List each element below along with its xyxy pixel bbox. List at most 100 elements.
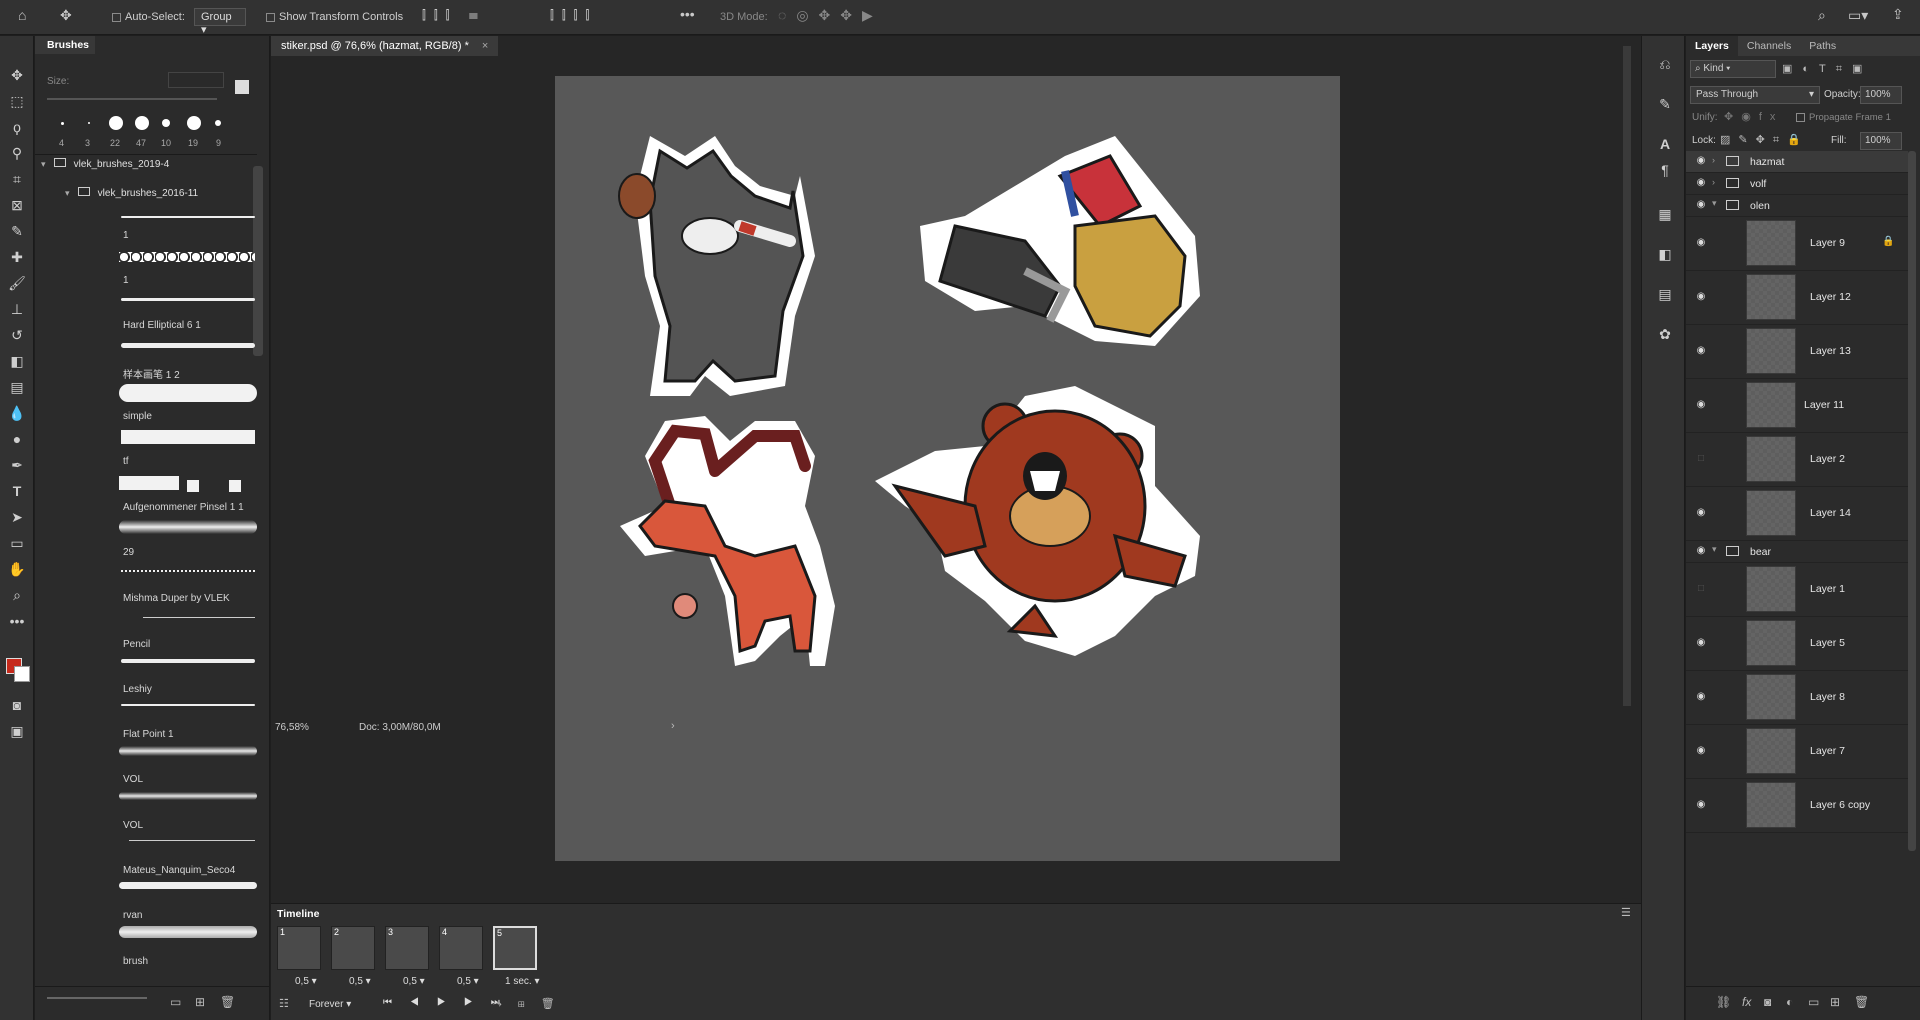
table-icon[interactable]: ▦ bbox=[1656, 206, 1674, 223]
preset-dot[interactable] bbox=[187, 116, 201, 130]
folder-icon[interactable]: ▭ bbox=[170, 995, 181, 1009]
convert-timeline-icon[interactable]: ☷ bbox=[279, 997, 289, 1010]
timeline-frame-selected[interactable]: 5 bbox=[493, 926, 537, 970]
document-tab[interactable]: stiker.psd @ 76,6% (hazmat, RGB/8) * × bbox=[271, 36, 499, 56]
fx-icon[interactable]: fx bbox=[1742, 995, 1751, 1009]
brush-group-2019[interactable]: ▾ vlek_brushes_2019-4 bbox=[41, 158, 241, 176]
eye-icon[interactable]: ◉ bbox=[1694, 545, 1708, 556]
eye-icon[interactable]: ◉ bbox=[1694, 399, 1708, 410]
chevron-down-icon[interactable]: ▾ bbox=[1712, 544, 1717, 555]
eye-hidden-icon[interactable]: □ bbox=[1694, 453, 1708, 464]
brush-stroke[interactable] bbox=[119, 882, 257, 889]
auto-select-dropdown[interactable]: Group ▾ bbox=[194, 8, 246, 36]
zoom-icon[interactable]: ⌕ bbox=[8, 586, 26, 604]
brush-stroke[interactable] bbox=[119, 792, 257, 800]
swatches-icon[interactable]: ◧ bbox=[1656, 246, 1674, 263]
stamp-icon[interactable]: ⊥ bbox=[8, 300, 26, 318]
brush-stroke[interactable] bbox=[129, 840, 255, 841]
size-input[interactable] bbox=[168, 72, 224, 88]
layer-row[interactable]: ◉ Layer 9 🔒 bbox=[1686, 217, 1908, 271]
layer-row[interactable]: ◉ Layer 13 bbox=[1686, 325, 1908, 379]
layer-row[interactable]: ◉ Layer 5 bbox=[1686, 617, 1908, 671]
link-icon[interactable]: ⛓ bbox=[1716, 995, 1731, 1009]
eraser-icon[interactable]: ◧ bbox=[8, 352, 26, 370]
new-brush-button[interactable]: ⊞ bbox=[195, 995, 205, 1009]
crop-icon[interactable]: ⌗ bbox=[8, 170, 26, 188]
eye-icon[interactable]: ◉ bbox=[1694, 199, 1708, 210]
gradient-icon[interactable]: ▤ bbox=[8, 378, 26, 396]
eye-icon[interactable]: ◉ bbox=[1694, 291, 1708, 302]
frame-delay[interactable]: 0,5 ▾ bbox=[457, 976, 479, 987]
zoom-level[interactable]: 76,58% bbox=[275, 722, 309, 733]
eye-icon[interactable]: ◉ bbox=[1694, 745, 1708, 756]
eye-icon[interactable]: ◉ bbox=[1694, 345, 1708, 356]
character-icon[interactable]: A bbox=[1656, 136, 1674, 152]
timeline-frame[interactable]: 2 bbox=[331, 926, 375, 970]
layer-group-volf[interactable]: ◉ › volf bbox=[1686, 173, 1908, 195]
layer-group-bear[interactable]: ◉ ▾ bear bbox=[1686, 541, 1908, 563]
brush-stroke[interactable] bbox=[121, 343, 255, 348]
trash-icon[interactable]: 🗑 bbox=[1854, 995, 1869, 1009]
grid-icon[interactable]: ▤ bbox=[1656, 286, 1674, 303]
eye-icon[interactable]: ◉ bbox=[1694, 507, 1708, 518]
brush-stroke[interactable] bbox=[143, 617, 255, 618]
marquee-icon[interactable]: ⬚ bbox=[8, 92, 26, 110]
frame-delay[interactable]: 0,5 ▾ bbox=[295, 976, 317, 987]
preset-dot[interactable] bbox=[215, 120, 221, 126]
brushes-tab[interactable]: Brushes bbox=[35, 36, 95, 54]
timeline-frame[interactable]: 4 bbox=[439, 926, 483, 970]
background-color-swatch[interactable] bbox=[14, 666, 30, 682]
layer-row[interactable]: ◉ Layer 12 bbox=[1686, 271, 1908, 325]
distribute-icons[interactable]: ⫿⫿⫿⫿ bbox=[550, 8, 597, 23]
preset-dot[interactable] bbox=[61, 122, 64, 125]
close-tab-icon[interactable]: × bbox=[482, 40, 488, 52]
frame-actions[interactable]: ⤳⊞🗑 bbox=[493, 997, 571, 1011]
trash-icon[interactable]: 🗑 bbox=[220, 995, 235, 1009]
unify-icons[interactable]: ✥◉fx bbox=[1724, 110, 1783, 123]
brush-stroke[interactable] bbox=[121, 216, 255, 218]
eye-icon[interactable]: ◉ bbox=[1694, 155, 1708, 166]
filter-icons[interactable]: ▣◐T⌗▣ bbox=[1782, 62, 1872, 76]
color-wheel-icon[interactable]: ✿ bbox=[1656, 326, 1674, 343]
share-icon[interactable]: ⇪ bbox=[1892, 6, 1904, 23]
history-icon[interactable]: ⎌ bbox=[1656, 56, 1674, 73]
new-layer-icon[interactable]: ⊞ bbox=[1830, 995, 1840, 1009]
adjustment-icon[interactable]: ◐ bbox=[1786, 995, 1793, 1009]
status-arrow-icon[interactable]: › bbox=[671, 720, 675, 732]
panel-menu-icon[interactable]: ☰ bbox=[1621, 906, 1631, 919]
screen-mode-icon[interactable]: ▣ bbox=[8, 722, 26, 740]
timeline-frame[interactable]: 3 bbox=[385, 926, 429, 970]
magic-wand-icon[interactable]: ⚲ bbox=[8, 144, 26, 162]
brush-stroke[interactable] bbox=[121, 298, 255, 301]
frame-delay[interactable]: 1 sec. ▾ bbox=[505, 976, 540, 987]
canvas[interactable] bbox=[555, 76, 1340, 861]
brush-stroke[interactable] bbox=[119, 476, 179, 490]
propagate-checkbox[interactable]: Propagate Frame 1 bbox=[1796, 112, 1891, 123]
rectangle-icon[interactable]: ▭ bbox=[8, 534, 26, 552]
vertical-scrollbar[interactable] bbox=[1623, 46, 1631, 706]
layer-row[interactable]: ◉ Layer 7 bbox=[1686, 725, 1908, 779]
brush-group-2016[interactable]: ▾ vlek_brushes_2016-11 bbox=[65, 187, 245, 205]
new-brush-icon[interactable] bbox=[235, 80, 249, 94]
brush-settings-icon[interactable]: ✎ bbox=[1656, 96, 1674, 113]
brush-icon[interactable]: 🖌 bbox=[8, 274, 26, 292]
group-folder-icon[interactable]: ▭ bbox=[1808, 995, 1819, 1009]
layer-row[interactable]: ◉ Layer 14 bbox=[1686, 487, 1908, 541]
blend-mode-dropdown[interactable]: Pass Through ▾ bbox=[1690, 86, 1820, 104]
opacity-input[interactable]: 100% bbox=[1860, 86, 1902, 104]
layer-row[interactable]: ◉ Layer 11 bbox=[1686, 379, 1908, 433]
auto-select-checkbox[interactable]: Auto-Select: bbox=[112, 11, 185, 23]
history-brush-icon[interactable]: ↺ bbox=[8, 326, 26, 344]
frame-delay[interactable]: 0,5 ▾ bbox=[349, 976, 371, 987]
timeline-frame[interactable]: 1 bbox=[277, 926, 321, 970]
path-select-icon[interactable]: ➤ bbox=[8, 508, 26, 526]
frame-delay[interactable]: 0,5 ▾ bbox=[403, 976, 425, 987]
more-tools-icon[interactable]: ••• bbox=[8, 612, 26, 630]
brush-stroke[interactable] bbox=[187, 480, 199, 492]
eye-hidden-icon[interactable]: □ bbox=[1694, 583, 1708, 594]
preview-size-slider[interactable] bbox=[47, 997, 147, 999]
frame-icon[interactable]: ⊠ bbox=[8, 196, 26, 214]
hand-icon[interactable]: ✋ bbox=[8, 560, 26, 578]
brush-stroke[interactable] bbox=[119, 384, 257, 402]
layer-group-hazmat[interactable]: ◉ › hazmat bbox=[1686, 151, 1908, 173]
